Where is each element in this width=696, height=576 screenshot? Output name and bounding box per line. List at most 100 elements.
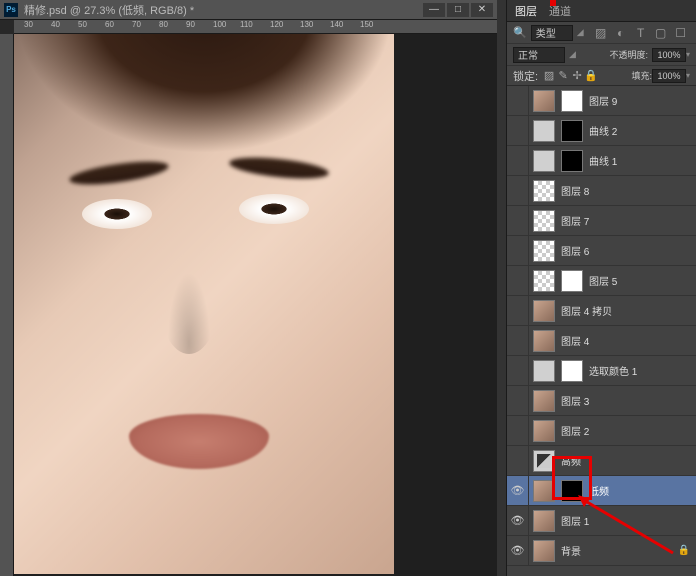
canvas-viewport[interactable] bbox=[14, 34, 497, 576]
layer-name-label[interactable]: 图层 7 bbox=[561, 213, 589, 228]
visibility-toggle[interactable] bbox=[507, 176, 529, 205]
layer-row[interactable]: 👁 低频 bbox=[507, 476, 696, 506]
filter-icons: ▨ ◐ T ▢ ☐ bbox=[594, 26, 688, 40]
layer-row[interactable]: 图层 9 bbox=[507, 86, 696, 116]
layer-name-label[interactable]: 图层 4 bbox=[561, 333, 589, 348]
visibility-toggle[interactable] bbox=[507, 386, 529, 415]
layer-name-label[interactable]: 背景 bbox=[561, 543, 581, 558]
filter-adjust-icon[interactable]: ◐ bbox=[614, 26, 628, 40]
photo-thumbnail[interactable] bbox=[533, 510, 555, 532]
lock-transparency-icon[interactable]: ▨ bbox=[542, 69, 556, 82]
visibility-toggle[interactable]: 👁 bbox=[507, 506, 529, 535]
filter-smart-icon[interactable]: ☐ bbox=[674, 26, 688, 40]
mask-thumbnail[interactable] bbox=[561, 120, 583, 142]
layer-name-label[interactable]: 曲线 1 bbox=[589, 153, 617, 168]
mask-thumbnail[interactable] bbox=[561, 150, 583, 172]
layer-row[interactable]: 高频 bbox=[507, 446, 696, 476]
layer-row[interactable]: 图层 6 bbox=[507, 236, 696, 266]
lock-label: 锁定: bbox=[513, 68, 538, 84]
layer-name-label[interactable]: 图层 6 bbox=[561, 243, 589, 258]
lock-row: 锁定: ▨ ✎ ✢ 🔒 填充: 100%▾ bbox=[507, 66, 696, 86]
layer-name-label[interactable]: 低频 bbox=[589, 483, 609, 498]
lock-position-icon[interactable]: ✢ bbox=[570, 69, 584, 82]
visibility-toggle[interactable] bbox=[507, 206, 529, 235]
checker-thumbnail[interactable] bbox=[533, 270, 555, 292]
filter-type-dropdown[interactable]: 类型 bbox=[531, 25, 573, 41]
visibility-toggle[interactable] bbox=[507, 416, 529, 445]
opacity-field[interactable]: 100% bbox=[652, 48, 686, 62]
visibility-toggle[interactable] bbox=[507, 146, 529, 175]
document-title: 精修.psd @ 27.3% (低频, RGB/8) * bbox=[24, 2, 423, 18]
layer-row[interactable]: 图层 4 bbox=[507, 326, 696, 356]
visibility-toggle[interactable]: 👁 bbox=[507, 536, 529, 565]
lock-icon: 🔒 bbox=[678, 545, 690, 556]
fill-field[interactable]: 100% bbox=[652, 69, 686, 83]
lock-all-icon[interactable]: 🔒 bbox=[584, 69, 598, 82]
selcol-thumbnail[interactable] bbox=[533, 360, 555, 382]
maximize-button[interactable]: □ bbox=[447, 3, 469, 17]
curves-thumbnail[interactable] bbox=[533, 150, 555, 172]
photo-thumbnail[interactable] bbox=[533, 540, 555, 562]
close-button[interactable]: ✕ bbox=[471, 3, 493, 17]
visibility-toggle[interactable] bbox=[507, 446, 529, 475]
photo-thumbnail[interactable] bbox=[533, 330, 555, 352]
visibility-toggle[interactable] bbox=[507, 296, 529, 325]
checker-thumbnail[interactable] bbox=[533, 210, 555, 232]
ruler-vertical[interactable] bbox=[0, 34, 14, 576]
mask-thumbnail[interactable] bbox=[561, 270, 583, 292]
mask-thumbnail[interactable] bbox=[561, 90, 583, 112]
layer-row[interactable]: 曲线 2 bbox=[507, 116, 696, 146]
photo-thumbnail[interactable] bbox=[533, 300, 555, 322]
layer-name-label[interactable]: 图层 3 bbox=[561, 393, 589, 408]
layer-name-label[interactable]: 选取颜色 1 bbox=[589, 363, 637, 378]
layer-name-label[interactable]: 图层 8 bbox=[561, 183, 589, 198]
layer-row[interactable]: 👁 背景 🔒 bbox=[507, 536, 696, 566]
photo-thumbnail[interactable] bbox=[533, 420, 555, 442]
curves-thumbnail[interactable] bbox=[533, 120, 555, 142]
layer-name-label[interactable]: 图层 4 拷贝 bbox=[561, 303, 612, 318]
titlebar: Ps 精修.psd @ 27.3% (低频, RGB/8) * — □ ✕ bbox=[0, 0, 497, 20]
minimize-button[interactable]: — bbox=[423, 3, 445, 17]
ruler-horizontal[interactable]: 30 40 50 60 70 80 90 100 110 120 130 140… bbox=[14, 20, 497, 34]
mask-thumbnail[interactable] bbox=[561, 360, 583, 382]
layer-row[interactable]: 曲线 1 bbox=[507, 146, 696, 176]
visibility-toggle[interactable]: 👁 bbox=[507, 476, 529, 505]
layer-row[interactable]: 图层 2 bbox=[507, 416, 696, 446]
search-icon[interactable]: 🔍 bbox=[513, 26, 527, 39]
layer-row[interactable]: 选取颜色 1 bbox=[507, 356, 696, 386]
layer-row[interactable]: 👁 图层 1 bbox=[507, 506, 696, 536]
layer-row[interactable]: 图层 7 bbox=[507, 206, 696, 236]
canvas-image[interactable] bbox=[14, 34, 394, 574]
tab-layers[interactable]: 图层 bbox=[515, 3, 537, 19]
layer-row[interactable]: 图层 5 bbox=[507, 266, 696, 296]
layer-row[interactable]: 图层 3 bbox=[507, 386, 696, 416]
visibility-toggle[interactable] bbox=[507, 236, 529, 265]
checker-thumbnail[interactable] bbox=[533, 240, 555, 262]
layer-name-label[interactable]: 图层 1 bbox=[561, 513, 589, 528]
visibility-toggle[interactable] bbox=[507, 116, 529, 145]
window-controls: — □ ✕ bbox=[423, 3, 493, 17]
layer-row[interactable]: 图层 8 bbox=[507, 176, 696, 206]
lock-pixels-icon[interactable]: ✎ bbox=[556, 69, 570, 82]
visibility-toggle[interactable] bbox=[507, 326, 529, 355]
layer-name-label[interactable]: 图层 2 bbox=[561, 423, 589, 438]
layer-name-label[interactable]: 图层 9 bbox=[589, 93, 617, 108]
filter-pixel-icon[interactable]: ▨ bbox=[594, 26, 608, 40]
photo-thumbnail[interactable] bbox=[533, 90, 555, 112]
annotation-highlight-box bbox=[550, 0, 556, 6]
filter-shape-icon[interactable]: ▢ bbox=[654, 26, 668, 40]
checker-thumbnail[interactable] bbox=[533, 180, 555, 202]
visibility-toggle[interactable] bbox=[507, 356, 529, 385]
layer-name-label[interactable]: 图层 5 bbox=[589, 273, 617, 288]
blend-mode-dropdown[interactable]: 正常 bbox=[513, 47, 565, 63]
filter-type-icon[interactable]: T bbox=[634, 26, 648, 40]
app-icon: Ps bbox=[4, 3, 18, 17]
photo-thumbnail[interactable] bbox=[533, 390, 555, 412]
layer-name-label[interactable]: 曲线 2 bbox=[589, 123, 617, 138]
visibility-toggle[interactable] bbox=[507, 266, 529, 295]
canvas-area: Ps 精修.psd @ 27.3% (低频, RGB/8) * — □ ✕ 30… bbox=[0, 0, 497, 576]
annotation-highlight-box bbox=[552, 456, 592, 500]
blend-row: 正常 ◢ 不透明度: 100%▾ bbox=[507, 44, 696, 66]
layer-row[interactable]: 图层 4 拷贝 bbox=[507, 296, 696, 326]
visibility-toggle[interactable] bbox=[507, 86, 529, 115]
